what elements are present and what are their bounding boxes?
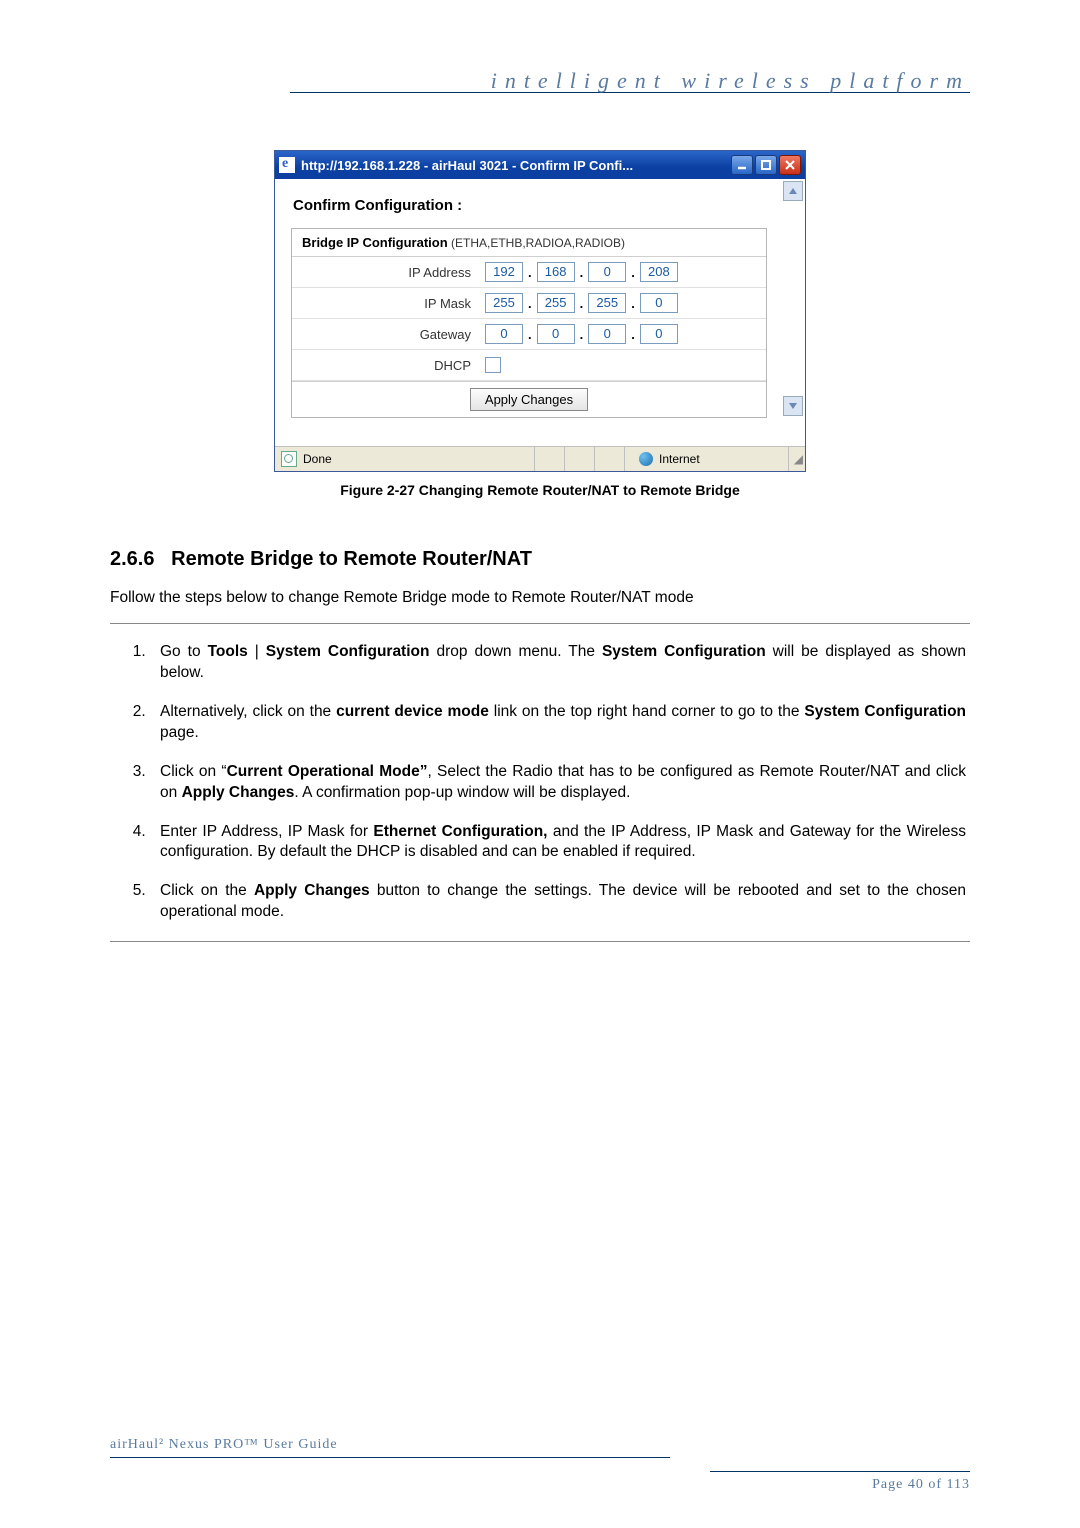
- gateway-o3[interactable]: 0: [588, 324, 626, 344]
- maximize-button[interactable]: [755, 155, 777, 175]
- section-intro: Follow the steps below to change Remote …: [110, 589, 970, 607]
- ip-mask-o1[interactable]: 255: [485, 293, 523, 313]
- ip-mask-o4[interactable]: 0: [640, 293, 678, 313]
- status-cell-empty-1: [535, 447, 565, 471]
- page-footer: airHaul² Nexus PRO™ User Guide Page 40 o…: [110, 1443, 970, 1473]
- ip-address-o4[interactable]: 208: [640, 262, 678, 282]
- ip-address-o1[interactable]: 192: [485, 262, 523, 282]
- gateway-o1[interactable]: 0: [485, 324, 523, 344]
- header-tagline: intelligent wireless platform: [491, 68, 970, 94]
- label-ip-address: IP Address: [292, 261, 479, 284]
- section-heading: 2.6.6 Remote Bridge to Remote Router/NAT: [110, 548, 970, 571]
- close-button[interactable]: [779, 155, 801, 175]
- t: current device mode: [336, 703, 489, 720]
- t: link on the top right hand corner to go …: [489, 703, 805, 720]
- status-bar: Done Internet ◢: [275, 446, 805, 471]
- dhcp-checkbox[interactable]: [485, 357, 501, 373]
- ip-mask-o3[interactable]: 255: [588, 293, 626, 313]
- t: |: [248, 643, 266, 660]
- t: System Configuration: [266, 643, 430, 660]
- header-divider-icon: [255, 82, 295, 127]
- scroll-up-button[interactable]: [783, 181, 803, 201]
- internet-zone-icon: [639, 452, 653, 466]
- ie-icon: [279, 157, 295, 173]
- ip-address-o3[interactable]: 0: [588, 262, 626, 282]
- apply-changes-button[interactable]: Apply Changes: [470, 388, 588, 411]
- steps-list: Go to Tools | System Configuration drop …: [150, 642, 970, 923]
- done-icon: [281, 451, 297, 467]
- footer-product: airHaul² Nexus PRO™ User Guide: [110, 1437, 338, 1453]
- t: Click on “: [160, 763, 227, 780]
- label-ip-mask: IP Mask: [292, 292, 479, 315]
- t: Enter IP Address, IP Mask for: [160, 823, 373, 840]
- gateway-o4[interactable]: 0: [640, 324, 678, 344]
- status-cell-empty-2: [565, 447, 595, 471]
- status-cell-empty-3: [595, 447, 625, 471]
- label-gateway: Gateway: [292, 323, 479, 346]
- step-3: Click on “Current Operational Mode”, Sel…: [150, 762, 970, 804]
- t: Alternatively, click on the: [160, 703, 336, 720]
- section-rule-bottom: [110, 941, 970, 942]
- footer-rule-left: [110, 1457, 670, 1458]
- status-done-text: Done: [303, 452, 332, 466]
- t: Ethernet Configuration,: [373, 823, 547, 840]
- page-header: intelligent wireless platform: [110, 90, 970, 120]
- t: Go to: [160, 643, 208, 660]
- t: . A confirmation pop-up window will be d…: [294, 784, 630, 801]
- step-1: Go to Tools | System Configuration drop …: [150, 642, 970, 684]
- row-ip-mask: IP Mask 255. 255. 255. 0: [292, 288, 766, 319]
- footer-divider-icon: [664, 1441, 704, 1486]
- dialog-title: http://192.168.1.228 - airHaul 3021 - Co…: [301, 158, 725, 173]
- resize-grip-icon[interactable]: ◢: [789, 447, 805, 471]
- t: Current Operational Mode”: [227, 763, 428, 780]
- row-gateway: Gateway 0. 0. 0. 0: [292, 319, 766, 350]
- row-dhcp: DHCP: [292, 350, 766, 381]
- bridge-ip-config-header: Bridge IP Configuration (ETHA,ETHB,RADIO…: [292, 229, 766, 257]
- status-net-text: Internet: [659, 452, 700, 466]
- bridge-heading-sub: (ETHA,ETHB,RADIOA,RADIOB): [448, 236, 625, 250]
- gateway-o2[interactable]: 0: [537, 324, 575, 344]
- confirm-ip-dialog: http://192.168.1.228 - airHaul 3021 - Co…: [274, 150, 806, 472]
- ip-address-o2[interactable]: 168: [537, 262, 575, 282]
- footer-page-number: Page 40 of 113: [872, 1477, 970, 1493]
- t: Click on the: [160, 882, 254, 899]
- dialog-titlebar[interactable]: http://192.168.1.228 - airHaul 3021 - Co…: [275, 151, 805, 179]
- step-4: Enter IP Address, IP Mask for Ethernet C…: [150, 822, 970, 864]
- figure-caption: Figure 2-27 Changing Remote Router/NAT t…: [110, 482, 970, 498]
- t: drop down menu. The: [429, 643, 601, 660]
- scroll-down-button[interactable]: [783, 396, 803, 416]
- t: System Configuration: [602, 643, 766, 660]
- t: System Configuration: [804, 703, 966, 720]
- footer-rule-right: [710, 1471, 970, 1472]
- minimize-button[interactable]: [731, 155, 753, 175]
- confirm-heading: Confirm Configuration :: [293, 197, 789, 214]
- t: Apply Changes: [182, 784, 295, 801]
- ip-mask-o2[interactable]: 255: [537, 293, 575, 313]
- label-dhcp: DHCP: [292, 354, 479, 377]
- bridge-ip-config-block: Bridge IP Configuration (ETHA,ETHB,RADIO…: [291, 228, 767, 418]
- step-2: Alternatively, click on the current devi…: [150, 702, 970, 744]
- step-5: Click on the Apply Changes button to cha…: [150, 881, 970, 923]
- section-number: 2.6.6: [110, 548, 154, 570]
- bridge-heading-bold: Bridge IP Configuration: [302, 235, 448, 250]
- section-title: Remote Bridge to Remote Router/NAT: [171, 548, 532, 570]
- row-ip-address: IP Address 192. 168. 0. 208: [292, 257, 766, 288]
- t: Tools: [208, 643, 248, 660]
- t: Apply Changes: [254, 882, 370, 899]
- section-rule-top: [110, 623, 970, 624]
- t: page.: [160, 724, 199, 741]
